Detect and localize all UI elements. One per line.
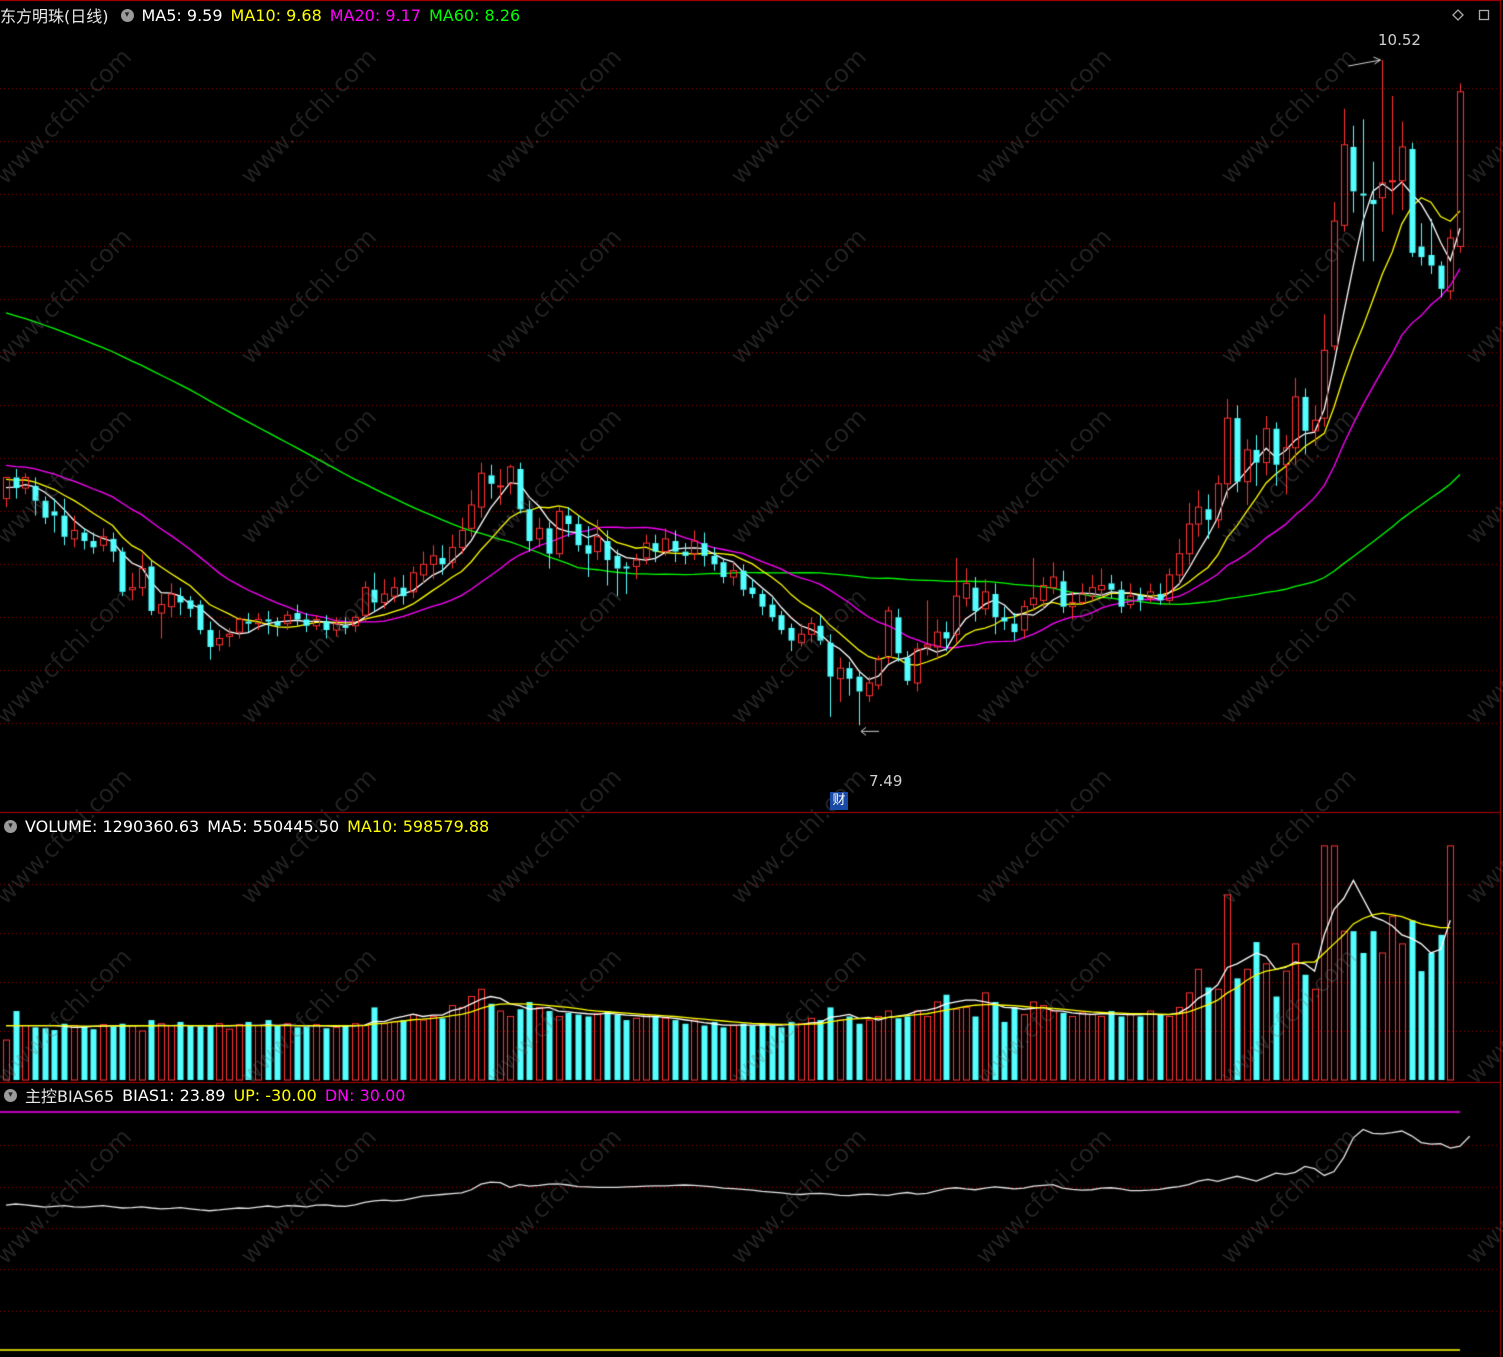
ma60-label: MA60: 8.26 (428, 5, 521, 25)
diamond-icon[interactable] (1452, 6, 1464, 21)
ma10-label: MA10: 9.68 (230, 5, 322, 25)
bias-indicator-name[interactable]: 主控BIAS65 (25, 1083, 114, 1107)
maximize-icon[interactable] (1478, 6, 1490, 21)
kline-chart-canvas[interactable] (0, 0, 1503, 1357)
collapse-toggle-icon[interactable]: ▾ (120, 8, 134, 22)
low-price-label: 7.49 (869, 772, 902, 790)
price-panel-header: 东方明珠(日线) ▾ MA5: 9.59 MA10: 9.68 MA20: 9.… (0, 3, 528, 27)
bias-dn-label: DN: 30.00 (324, 1085, 406, 1105)
bias1-label: BIAS1: 23.89 (122, 1085, 226, 1105)
window-title[interactable]: 东方明珠(日线) (0, 3, 109, 27)
low-price-value: 7.49 (869, 772, 903, 790)
bias-collapse-icon[interactable]: ▾ (4, 1088, 17, 1102)
financial-event-badge[interactable]: 财 (830, 792, 848, 810)
high-price-value: 10.52 (1378, 31, 1421, 49)
volume-label: VOLUME: 1290360.63 (25, 816, 200, 836)
ma20-label: MA20: 9.17 (329, 5, 421, 25)
high-price-label: 10.52 (1378, 31, 1421, 49)
bias-panel-header: ▾ 主控BIAS65 BIAS1: 23.89 UP: -30.00 DN: 3… (0, 1084, 413, 1106)
ma5-label: MA5: 9.59 (141, 5, 223, 25)
volume-ma5-label: MA5: 550445.50 (207, 816, 340, 836)
volume-ma10-label: MA10: 598579.88 (347, 816, 490, 836)
volume-panel-header: ▾ VOLUME: 1290360.63 MA5: 550445.50 MA10… (0, 815, 497, 837)
bias-up-label: UP: -30.00 (233, 1085, 317, 1105)
volume-collapse-icon[interactable]: ▾ (4, 819, 17, 833)
